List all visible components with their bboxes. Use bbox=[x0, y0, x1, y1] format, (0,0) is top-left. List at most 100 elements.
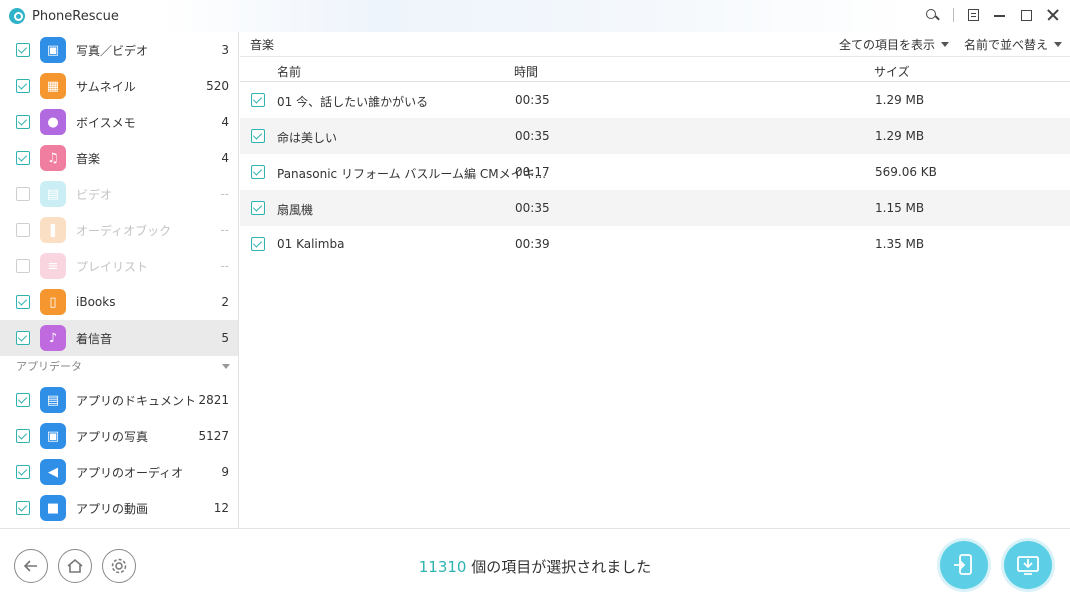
cell-time: 00:35 bbox=[515, 93, 550, 107]
recover-to-computer-button[interactable] bbox=[1004, 541, 1052, 589]
row-checkbox[interactable] bbox=[251, 129, 265, 143]
title-bar: PhoneRescue bbox=[0, 0, 1070, 32]
sort-dropdown[interactable]: 名前で並べ替え bbox=[964, 36, 1063, 53]
sidebar-item[interactable]: ▤ アプリのドキュメント 2821 bbox=[0, 382, 238, 418]
sidebar-item-label: アプリの写真 bbox=[76, 429, 149, 444]
sidebar-item[interactable]: ● ボイスメモ 4 bbox=[0, 104, 238, 140]
app-data-section-header[interactable]: アプリデータ bbox=[0, 352, 238, 380]
checkbox[interactable] bbox=[16, 259, 30, 273]
checkbox[interactable] bbox=[16, 115, 30, 129]
sidebar-item-count: -- bbox=[220, 187, 229, 201]
sidebar-item-label: ボイスメモ bbox=[76, 115, 136, 130]
sidebar-item[interactable]: ◀ アプリのオーディオ 9 bbox=[0, 454, 238, 490]
section-title: 音楽 bbox=[250, 38, 275, 52]
table-row[interactable]: 01 今、話したい誰かがいる 00:35 1.29 MB bbox=[240, 82, 1070, 118]
filter-dropdown[interactable]: 全ての項目を表示 bbox=[839, 36, 950, 53]
photo-video-icon: ▣ bbox=[40, 37, 66, 63]
sidebar-item-count: 3 bbox=[221, 43, 229, 57]
checkbox[interactable] bbox=[16, 465, 30, 479]
row-checkbox[interactable] bbox=[251, 201, 265, 215]
checkbox[interactable] bbox=[16, 79, 30, 93]
sidebar-item[interactable]: ≡ プレイリスト -- bbox=[0, 248, 238, 284]
sidebar-item[interactable]: ♫ 音楽 4 bbox=[0, 140, 238, 176]
sidebar-item-label: 音楽 bbox=[76, 151, 101, 166]
cell-size: 569.06 KB bbox=[875, 165, 937, 179]
table-row[interactable]: 01 Kalimba 00:39 1.35 MB bbox=[240, 226, 1070, 262]
column-size[interactable]: サイズ bbox=[874, 63, 910, 80]
table-row[interactable]: 扇風機 00:35 1.15 MB bbox=[240, 190, 1070, 226]
sidebar-item-count: 5127 bbox=[198, 429, 229, 443]
sidebar-item[interactable]: ▣ アプリの写真 5127 bbox=[0, 418, 238, 454]
main-panel: 音楽 全ての項目を表示 名前で並べ替え 名前 時間 サイズ 01 今、話したい誰… bbox=[240, 32, 1070, 528]
table-row[interactable]: 命は美しい 00:35 1.29 MB bbox=[240, 118, 1070, 154]
checkbox[interactable] bbox=[16, 43, 30, 57]
checkbox[interactable] bbox=[16, 331, 30, 345]
table-row[interactable]: Panasonic リフォーム バスルーム編 CMメイキ... 00:17 569.… bbox=[240, 154, 1070, 190]
sidebar-item-count: 9 bbox=[221, 465, 229, 479]
chevron-down-icon bbox=[1054, 42, 1063, 47]
sidebar-item[interactable]: ▤ ビデオ -- bbox=[0, 176, 238, 212]
caret-down-icon[interactable] bbox=[222, 364, 230, 369]
sidebar-item-count: 12 bbox=[213, 501, 229, 515]
checkbox[interactable] bbox=[16, 151, 30, 165]
document-icon: ▤ bbox=[40, 387, 66, 413]
row-checkbox[interactable] bbox=[251, 237, 265, 251]
sidebar-item[interactable]: ❚ オーディオブック -- bbox=[0, 212, 238, 248]
checkbox[interactable] bbox=[16, 429, 30, 443]
sidebar-item-label: オーディオブック bbox=[76, 223, 172, 238]
audiobook-icon: ❚ bbox=[40, 217, 66, 243]
menu-icon[interactable] bbox=[968, 9, 979, 21]
thumbnail-icon: ▦ bbox=[40, 73, 66, 99]
sidebar-item-count: -- bbox=[220, 223, 229, 237]
app-title: PhoneRescue bbox=[32, 8, 119, 24]
sidebar-item[interactable]: ▯ iBooks 2 bbox=[0, 284, 238, 320]
chevron-down-icon bbox=[941, 42, 950, 47]
checkbox[interactable] bbox=[16, 295, 30, 309]
sidebar-item[interactable]: ■ アプリの動画 12 bbox=[0, 490, 238, 526]
sidebar-item-count: 2821 bbox=[198, 393, 229, 407]
cell-time: 00:39 bbox=[515, 237, 550, 251]
search-icon[interactable] bbox=[925, 8, 939, 22]
checkbox[interactable] bbox=[16, 187, 30, 201]
recover-to-device-button[interactable] bbox=[940, 541, 988, 589]
selected-text: 個の項目が選択されました bbox=[466, 558, 652, 576]
image-icon: ▣ bbox=[40, 423, 66, 449]
cell-time: 00:35 bbox=[515, 201, 550, 215]
cell-name: 扇風機 bbox=[277, 203, 314, 217]
row-checkbox[interactable] bbox=[251, 165, 265, 179]
microphone-icon: ● bbox=[40, 109, 66, 135]
table-header: 名前 時間 サイズ bbox=[240, 56, 1070, 82]
window-controls bbox=[925, 8, 1060, 22]
sidebar-item-count: -- bbox=[220, 259, 229, 273]
sidebar-item-count: 520 bbox=[206, 79, 229, 93]
close-icon[interactable] bbox=[1046, 8, 1060, 22]
download-to-computer-icon bbox=[1017, 556, 1039, 575]
sidebar-item[interactable]: ▦ サムネイル 520 bbox=[0, 68, 238, 104]
column-time[interactable]: 時間 bbox=[514, 63, 538, 80]
sidebar-item-label: ビデオ bbox=[76, 187, 113, 202]
phone-restore-icon bbox=[954, 554, 972, 575]
row-checkbox[interactable] bbox=[251, 93, 265, 107]
video-camera-icon: ■ bbox=[40, 495, 66, 521]
title-divider bbox=[953, 8, 954, 22]
cell-size: 1.29 MB bbox=[875, 93, 925, 107]
checkbox[interactable] bbox=[16, 393, 30, 407]
sidebar-item-label: iBooks bbox=[76, 295, 116, 309]
sidebar-item[interactable]: ▣ 写真／ビデオ 3 bbox=[0, 32, 238, 68]
sidebar-item-label: 着信音 bbox=[76, 331, 113, 346]
speaker-icon: ◀ bbox=[40, 459, 66, 485]
sidebar-item[interactable]: ♪ 着信音 5 bbox=[0, 320, 238, 356]
sidebar-item-count: 4 bbox=[221, 115, 229, 129]
playlist-icon: ≡ bbox=[40, 253, 66, 279]
maximize-icon[interactable] bbox=[1021, 9, 1032, 21]
cell-name: 01 Kalimba bbox=[277, 237, 345, 251]
checkbox[interactable] bbox=[16, 501, 30, 515]
checkbox[interactable] bbox=[16, 223, 30, 237]
sidebar-item-label: アプリの動画 bbox=[76, 501, 149, 516]
sidebar-item-label: 写真／ビデオ bbox=[76, 43, 149, 58]
cell-size: 1.29 MB bbox=[875, 129, 925, 143]
column-name[interactable]: 名前 bbox=[277, 63, 301, 80]
minimize-icon[interactable] bbox=[993, 8, 1007, 22]
filter-label: 全ての項目を表示 bbox=[839, 38, 936, 52]
clapper-icon: ▤ bbox=[40, 181, 66, 207]
